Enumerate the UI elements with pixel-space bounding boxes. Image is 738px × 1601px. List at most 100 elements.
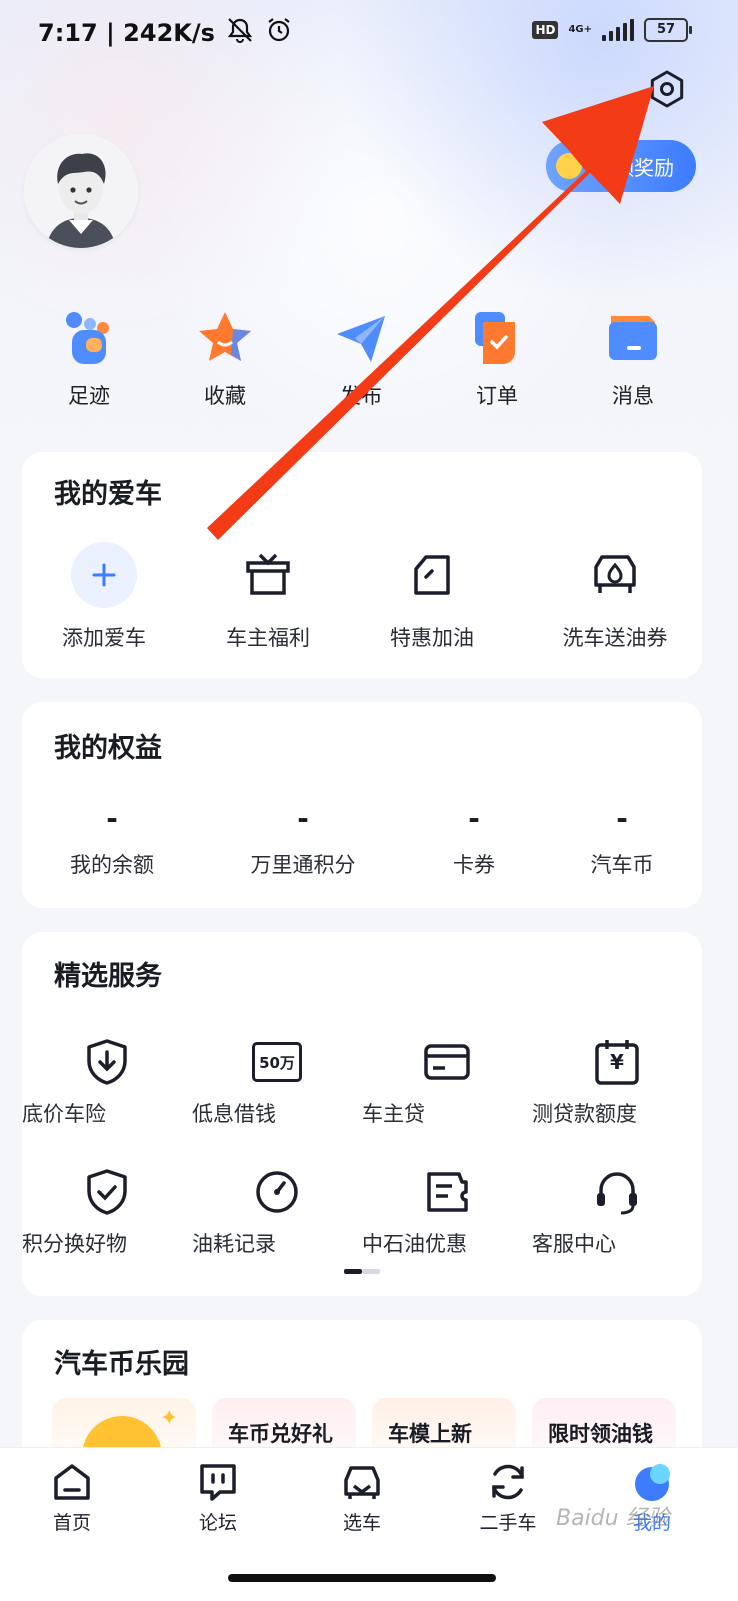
tab-label: 二手车 [479, 1512, 537, 1534]
battery-indicator: 57 [644, 18, 692, 42]
star-icon [195, 308, 255, 368]
balance-value: - [106, 802, 118, 835]
profile-icon [630, 1460, 674, 1504]
footprint-icon [59, 308, 119, 368]
service-label: 客服中心 [532, 1232, 616, 1256]
status-bar: 7:17 | 242K/s HD 4G+ 57 [0, 0, 738, 64]
fuel-icon [399, 542, 465, 608]
service-label: 测贷款额度 [532, 1102, 637, 1126]
coupons-item[interactable]: - 卡券 [424, 802, 524, 879]
my-rights-card: 我的权益 - 我的余额 - 万里通积分 - 卡券 - 汽车币 [22, 702, 702, 908]
calendar-yen-icon: ¥ [591, 1036, 643, 1088]
watermark: Baidu 经验 [556, 1506, 670, 1531]
network-type: 4G+ [568, 24, 592, 35]
mute-icon [225, 17, 255, 49]
service-label: 中石油优惠 [362, 1232, 467, 1256]
service-label: 油耗记录 [192, 1232, 276, 1256]
sparkle-icon: ✦ [160, 1406, 179, 1431]
car-coin-item[interactable]: - 汽车币 [572, 802, 672, 879]
quick-item-footprint[interactable]: 足迹 [24, 308, 154, 410]
order-icon [467, 308, 527, 368]
balance-item[interactable]: - 我的余额 [52, 802, 172, 879]
coupon-icon [421, 1166, 473, 1218]
car-coin-value: - [616, 802, 628, 835]
loan-badge-text: 50万 [252, 1042, 302, 1082]
tab-home[interactable]: 首页 [22, 1460, 122, 1535]
page-indicator [344, 1269, 380, 1274]
hd-badge: HD [532, 21, 559, 39]
service-points-mall[interactable]: 积分换好物 [22, 1166, 192, 1258]
headset-icon [591, 1166, 643, 1218]
service-label: 积分换好物 [22, 1232, 127, 1256]
add-car-button[interactable]: 添加爱车 [44, 542, 164, 652]
car-coin-label: 汽车币 [590, 853, 654, 877]
reward-label: 领奖励 [614, 155, 674, 180]
promo-label: 车模上新 [388, 1422, 472, 1446]
plus-icon [71, 542, 137, 608]
quick-item-favorites[interactable]: 收藏 [160, 308, 290, 410]
avatar-image [24, 134, 138, 248]
service-fuel-log[interactable]: 油耗记录 [192, 1166, 362, 1258]
tab-label: 选车 [342, 1512, 381, 1534]
coupons-value: - [468, 802, 480, 835]
points-value: - [297, 802, 309, 835]
quick-label: 消息 [612, 384, 654, 408]
home-icon [50, 1460, 94, 1504]
car-select-icon [340, 1460, 384, 1504]
services-title: 精选服务 [54, 961, 162, 992]
car-wash-icon [582, 542, 648, 608]
service-label: 车主贷 [362, 1102, 425, 1126]
message-icon [603, 308, 663, 368]
shield-check-icon [81, 1166, 133, 1218]
my-car-label: 洗车送油券 [562, 626, 668, 650]
gauge-icon [251, 1166, 303, 1218]
used-car-icon [486, 1460, 530, 1504]
owner-welfare-button[interactable]: 车主福利 [208, 542, 328, 652]
service-loan[interactable]: 50万 低息借钱 [192, 1036, 362, 1128]
coin-icon [556, 153, 582, 179]
status-left: 7:17 | 242K/s [38, 16, 293, 50]
service-insurance[interactable]: 底价车险 [22, 1036, 192, 1128]
coupons-label: 卡券 [453, 853, 495, 877]
quick-item-messages[interactable]: 消息 [568, 308, 698, 410]
promo-label: 车币兑好礼 [228, 1422, 333, 1446]
reward-button[interactable]: 领奖励 [546, 140, 696, 192]
service-customer-center[interactable]: 客服中心 [532, 1166, 702, 1258]
yen-symbol: ¥ [610, 1050, 624, 1074]
fuel-discount-button[interactable]: 特惠加油 [372, 542, 492, 652]
tab-select-car[interactable]: 选车 [312, 1460, 412, 1535]
quick-actions: 足迹 收藏 发布 订单 消息 [0, 308, 738, 408]
quick-label: 订单 [476, 384, 518, 408]
tab-used-car[interactable]: 二手车 [458, 1460, 558, 1535]
service-owner-loan[interactable]: 车主贷 [362, 1036, 532, 1128]
forum-icon [196, 1460, 240, 1504]
my-rights-title: 我的权益 [54, 733, 162, 764]
quick-item-orders[interactable]: 订单 [432, 308, 562, 410]
shield-down-icon [81, 1036, 133, 1088]
car-wash-button[interactable]: 洗车送油券 [548, 542, 682, 652]
settings-button[interactable] [644, 68, 690, 114]
service-loan-quota[interactable]: ¥ 测贷款额度 [532, 1036, 702, 1128]
balance-label: 我的余额 [70, 853, 154, 877]
my-car-title: 我的爱车 [54, 479, 162, 510]
promo-label: 限时领油钱 [548, 1422, 653, 1446]
points-label: 万里通积分 [250, 853, 356, 877]
services-card: 精选服务 底价车险 50万 低息借钱 车主贷 ¥ 测贷款额度 积分换好物 油耗记… [22, 932, 702, 1296]
tab-label: 论坛 [198, 1512, 237, 1534]
gift-icon [235, 542, 301, 608]
paper-plane-icon [331, 308, 391, 368]
status-right: HD 4G+ 57 [532, 18, 692, 42]
coin-park-title: 汽车币乐园 [54, 1349, 189, 1380]
gear-icon [647, 69, 687, 113]
quick-item-publish[interactable]: 发布 [296, 308, 426, 410]
my-car-label: 添加爱车 [62, 626, 146, 650]
points-item[interactable]: - 万里通积分 [238, 802, 368, 879]
quick-label: 收藏 [204, 384, 246, 408]
service-label: 低息借钱 [192, 1102, 276, 1126]
service-label: 底价车险 [22, 1102, 106, 1126]
service-petrochina[interactable]: 中石油优惠 [362, 1166, 532, 1258]
my-car-label: 车主福利 [226, 626, 310, 650]
quick-label: 足迹 [68, 384, 110, 408]
avatar[interactable] [24, 134, 138, 248]
tab-forum[interactable]: 论坛 [168, 1460, 268, 1535]
